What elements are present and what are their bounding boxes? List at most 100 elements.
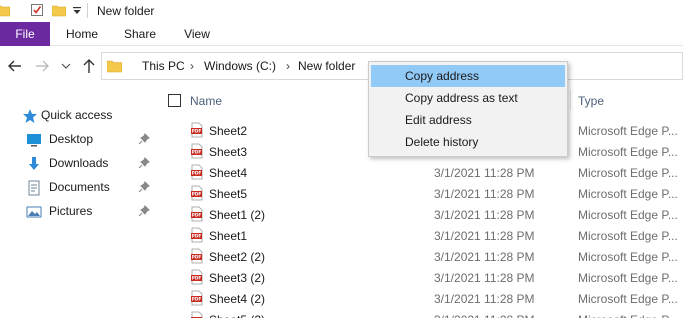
navigation-pane: Quick access Desktop Downloads Documents (0, 86, 160, 318)
properties-icon[interactable] (30, 3, 44, 17)
sidebar-item-documents[interactable]: Documents (0, 177, 160, 199)
file-date-modified: 3/1/2021 11:28 PM (434, 271, 535, 285)
pin-icon[interactable] (138, 133, 150, 145)
file-row[interactable]: PDF Sheet1 (2) 3/1/2021 11:28 PM Microsoft … (160, 204, 683, 225)
select-all-checkbox[interactable] (168, 94, 181, 107)
navigation-bar: This PC › Windows (C:) › New folder (0, 46, 683, 86)
file-type: Microsoft Edge P... (578, 229, 678, 243)
recent-locations-chevron-icon[interactable] (60, 57, 72, 75)
tab-home[interactable]: Home (62, 22, 102, 46)
file-type: Microsoft Edge P... (578, 187, 678, 201)
file-row[interactable]: PDF Sheet4 3/1/2021 11:28 PM Microsoft Edge… (160, 162, 683, 183)
breadcrumb-separator-icon[interactable]: › (286, 59, 290, 73)
file-type: Microsoft Edge P... (578, 271, 678, 285)
file-type: Microsoft Edge P... (578, 166, 678, 180)
ribbon-tabs: File Home Share View (0, 22, 683, 46)
tab-view[interactable]: View (177, 22, 217, 46)
column-divider[interactable] (570, 90, 571, 110)
sidebar-item-downloads[interactable]: Downloads (0, 153, 160, 175)
up-arrow-icon[interactable] (80, 57, 98, 75)
file-name: Sheet1 (209, 229, 248, 243)
file-name: Sheet3 (2) (209, 271, 266, 285)
svg-text:PDF: PDF (192, 297, 202, 302)
file-row[interactable]: PDF Sheet4 (2) 3/1/2021 11:28 PM Microsoft … (160, 288, 683, 309)
file-name: Sheet2 (2) (209, 250, 266, 264)
back-arrow-icon[interactable] (6, 57, 24, 75)
file-name: Sheet4 (209, 166, 248, 180)
pictures-icon (26, 206, 42, 218)
svg-text:PDF: PDF (192, 150, 202, 155)
sidebar-item-pictures[interactable]: Pictures (0, 201, 160, 223)
file-row[interactable]: PDF Sheet5 3/1/2021 11:28 PM Microsoft Edge… (160, 183, 683, 204)
pdf-file-icon: PDF (191, 248, 203, 264)
pin-icon[interactable] (138, 205, 150, 217)
file-row[interactable]: PDF Sheet1 3/1/2021 11:28 PM Microsoft Edge… (160, 225, 683, 246)
folder-icon (107, 60, 122, 73)
customize-toolbar-icon[interactable] (72, 3, 82, 17)
sidebar-item-label: Pictures (49, 204, 93, 218)
pdf-file-icon: PDF (191, 227, 203, 243)
file-type: Microsoft Edge P... (578, 292, 678, 306)
file-date-modified: 3/1/2021 11:28 PM (434, 166, 535, 180)
breadcrumb-this-pc[interactable]: This PC (142, 59, 185, 73)
address-context-menu: Copy address Copy address as text Edit a… (368, 61, 568, 157)
star-icon (23, 109, 37, 123)
breadcrumb-separator-icon[interactable]: › (190, 59, 194, 73)
pdf-file-icon: PDF (191, 143, 203, 159)
sidebar-item-quick-access[interactable]: Quick access (0, 105, 160, 127)
svg-text:PDF: PDF (192, 129, 202, 134)
file-row[interactable]: PDF Sheet5 (2) 3/1/2021 11:28 PM Microsoft … (160, 309, 683, 318)
pdf-file-icon: PDF (191, 269, 203, 285)
folder-icon[interactable] (0, 3, 10, 17)
desktop-icon (27, 134, 41, 147)
window-title: New folder (97, 4, 155, 18)
file-name: Sheet3 (209, 145, 248, 159)
sidebar-item-desktop[interactable]: Desktop (0, 129, 160, 151)
breadcrumb-windows-c[interactable]: Windows (C:) (204, 59, 276, 73)
sidebar-item-label: Documents (49, 180, 110, 194)
menu-item-copy-address-as-text[interactable]: Copy address as text (371, 87, 565, 109)
pdf-file-icon: PDF (191, 290, 203, 306)
sidebar-item-label: Desktop (49, 132, 94, 146)
file-date-modified: 3/1/2021 11:28 PM (434, 292, 535, 306)
file-type: Microsoft Edge P... (578, 208, 678, 222)
pdf-file-icon: PDF (191, 185, 203, 201)
file-type: Microsoft Edge P... (578, 145, 678, 159)
file-row[interactable]: PDF Sheet2 (2) 3/1/2021 11:28 PM Microsoft … (160, 246, 683, 267)
svg-text:PDF: PDF (192, 234, 202, 239)
forward-arrow-icon[interactable] (33, 57, 51, 75)
column-header-type[interactable]: Type (578, 94, 604, 108)
svg-text:PDF: PDF (192, 276, 202, 281)
title-bar: New folder (0, 0, 683, 22)
column-header-name[interactable]: Name (190, 94, 222, 108)
pin-icon[interactable] (138, 181, 150, 193)
new-folder-icon[interactable] (52, 3, 66, 17)
sidebar-item-label: Quick access (41, 108, 113, 122)
menu-item-edit-address[interactable]: Edit address (371, 109, 565, 131)
file-row[interactable]: PDF Sheet3 (2) 3/1/2021 11:28 PM Microsoft … (160, 267, 683, 288)
file-date-modified: 3/1/2021 11:28 PM (434, 208, 535, 222)
menu-item-copy-address[interactable]: Copy address (371, 65, 565, 87)
file-name: Sheet1 (2) (209, 208, 266, 222)
tab-file[interactable]: File (0, 22, 50, 46)
file-name: Sheet5 (2) (209, 313, 265, 318)
file-name: Sheet4 (2) (209, 292, 266, 306)
documents-icon (28, 180, 40, 196)
tab-share[interactable]: Share (120, 22, 160, 46)
file-date-modified: 3/1/2021 11:28 PM (434, 250, 535, 264)
pin-icon[interactable] (138, 157, 150, 169)
file-date-modified: 3/1/2021 11:28 PM (434, 313, 535, 318)
breadcrumb-new-folder[interactable]: New folder (298, 59, 355, 73)
download-icon (29, 157, 39, 170)
svg-text:PDF: PDF (192, 213, 202, 218)
file-date-modified: 3/1/2021 11:28 PM (434, 229, 535, 243)
svg-text:PDF: PDF (192, 255, 202, 260)
pdf-file-icon: PDF (191, 311, 203, 318)
file-name: Sheet5 (209, 187, 248, 201)
menu-item-delete-history[interactable]: Delete history (371, 131, 565, 153)
file-type: Microsoft Edge P... (578, 313, 683, 318)
svg-text:PDF: PDF (192, 171, 202, 176)
toolbar-divider (87, 3, 88, 18)
file-date-modified: 3/1/2021 11:28 PM (434, 187, 535, 201)
pdf-file-icon: PDF (191, 164, 203, 180)
